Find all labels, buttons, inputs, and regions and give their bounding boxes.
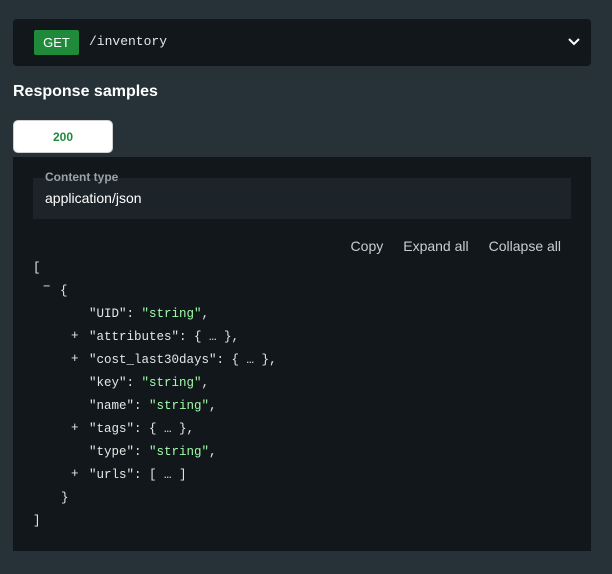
json-line-tags: "tags": { … },: [89, 422, 195, 436]
json-line-type: "type": "string",: [89, 445, 217, 459]
close-bracket: ]: [33, 514, 41, 528]
collapse-toggle[interactable]: −: [43, 280, 51, 294]
content-type-label: Content type: [45, 170, 119, 184]
method-badge: GET: [34, 30, 79, 55]
json-line-key: "key": "string",: [89, 376, 210, 390]
content-type-box[interactable]: Content type application/json: [33, 170, 571, 219]
copy-button[interactable]: Copy: [351, 238, 384, 254]
tab-200[interactable]: 200: [13, 120, 113, 153]
expand-toggle-tags[interactable]: +: [71, 421, 79, 435]
endpoint-bar[interactable]: GET /inventory: [13, 19, 591, 66]
json-line-urls: "urls": [ … ]: [89, 468, 187, 482]
json-line-attributes: "attributes": { … },: [89, 330, 240, 344]
code-toolbar: Copy Expand all Collapse all: [351, 238, 561, 254]
expand-toggle-cost[interactable]: +: [71, 352, 79, 366]
close-brace: }: [61, 491, 69, 505]
open-bracket: [: [33, 261, 41, 275]
section-heading: Response samples: [13, 83, 158, 100]
collapse-all-button[interactable]: Collapse all: [489, 238, 561, 254]
expand-toggle-urls[interactable]: +: [71, 467, 79, 481]
endpoint-path: /inventory: [89, 34, 168, 49]
expand-toggle-attributes[interactable]: +: [71, 329, 79, 343]
content-type-value: application/json: [45, 190, 142, 206]
chevron-down-icon[interactable]: [567, 34, 581, 48]
open-brace: {: [60, 284, 68, 298]
json-line-cost: "cost_last30days": { … },: [89, 353, 277, 367]
json-line-name: "name": "string",: [89, 399, 217, 413]
expand-all-button[interactable]: Expand all: [403, 238, 468, 254]
response-panel: Content type application/json Copy Expan…: [13, 157, 591, 551]
json-line-uid: "UID": "string",: [89, 307, 210, 321]
